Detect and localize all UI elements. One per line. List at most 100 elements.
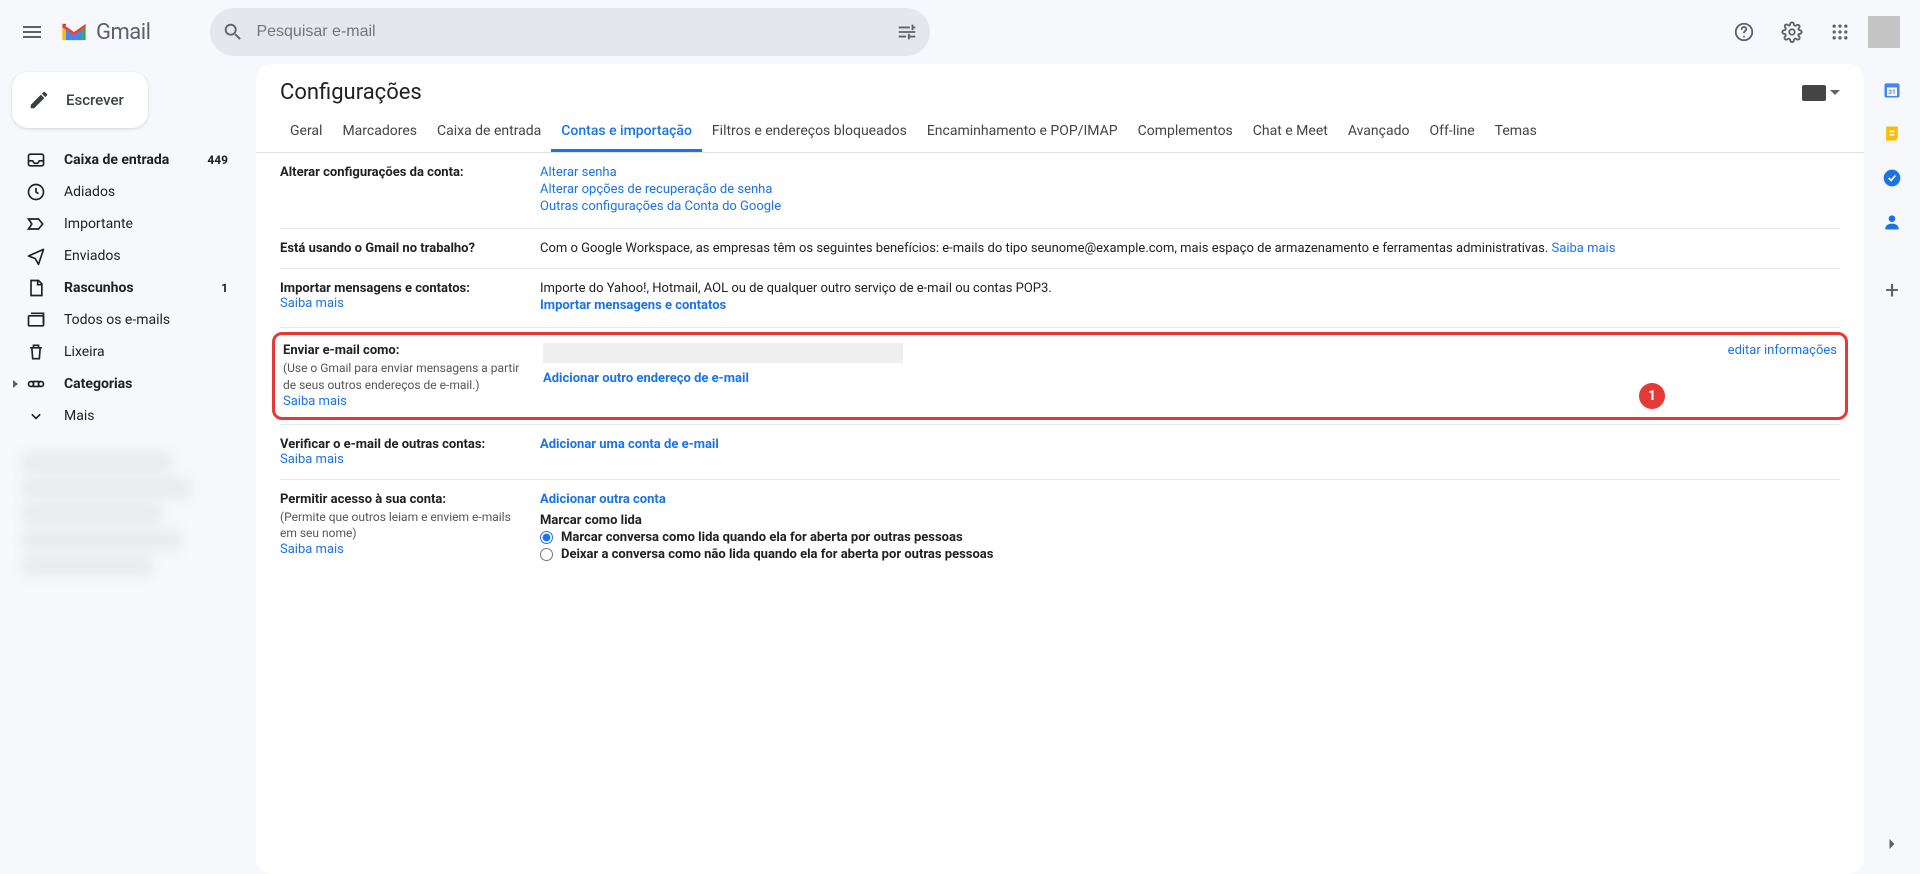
add-email-link[interactable]: Adicionar outro endereço de e-mail [543, 371, 749, 386]
caret-right-icon [10, 379, 20, 389]
sidebar-item-allmail[interactable]: Todos os e-mails [0, 304, 240, 336]
sidebar-item-label: Caixa de entrada [64, 152, 169, 168]
sidebar-item-count: 449 [207, 153, 228, 167]
search-icon [222, 21, 244, 43]
keyboard-icon [1802, 85, 1826, 101]
nav: Caixa de entrada 449 Adiados Importante Envi… [0, 144, 256, 432]
learn-more-link[interactable]: Saiba mais [280, 296, 344, 311]
logo-text: Gmail [96, 20, 150, 45]
recovery-options-link[interactable]: Alterar opções de recuperação de senha [540, 182, 772, 197]
tab-encaminhamento-e-pop-imap[interactable]: Encaminhamento e POP/IMAP [917, 113, 1128, 152]
sidebar-item-sent[interactable]: Enviados [0, 240, 240, 272]
sidebar-item-label: Adiados [64, 184, 115, 200]
page-title: Configurações [280, 80, 422, 105]
section-title: Importar mensagens e contatos: [280, 281, 524, 296]
section-title: Enviar e-mail como: [283, 343, 527, 358]
add-account-link[interactable]: Adicionar uma conta de e-mail [540, 437, 719, 452]
header-actions [1724, 12, 1912, 52]
sent-icon [26, 246, 46, 266]
sidebar-item-category[interactable]: Categorias [0, 368, 240, 400]
mark-read-radio[interactable] [540, 531, 553, 544]
draft-icon [26, 278, 46, 298]
edit-info-link[interactable]: editar informações [1728, 343, 1837, 358]
leave-unread-radio[interactable] [540, 548, 553, 561]
apps-button[interactable] [1820, 12, 1860, 52]
tab-caixa-de-entrada[interactable]: Caixa de entrada [427, 113, 551, 152]
sidebar-item-label: Todos os e-mails [64, 312, 170, 328]
tab-geral[interactable]: Geral [280, 113, 332, 152]
header: Gmail [0, 0, 1920, 64]
settings-tabs: GeralMarcadoresCaixa de entradaContas e … [256, 113, 1864, 153]
tab-avan-ado[interactable]: Avançado [1338, 113, 1420, 152]
sidebar-item-trash[interactable]: Lixeira [0, 336, 240, 368]
layout: Escrever Caixa de entrada 449 Adiados Impor… [0, 64, 1920, 874]
labels-section [0, 452, 256, 652]
help-button[interactable] [1724, 12, 1764, 52]
sidebar-item-label: Categorias [64, 376, 132, 392]
content-header: Configurações [256, 64, 1864, 113]
tune-icon[interactable] [896, 21, 918, 43]
section-title: Verificar o e-mail de outras contas: [280, 437, 524, 452]
important-icon [26, 214, 46, 234]
mark-read-label: Marcar conversa como lida quando ela for… [561, 530, 963, 545]
dropdown-caret-icon [1830, 88, 1840, 98]
collapse-panel-button[interactable] [1882, 834, 1902, 854]
tab-temas[interactable]: Temas [1485, 113, 1547, 152]
section-workspace: Está usando o Gmail no trabalho? Com o G… [280, 229, 1840, 269]
tab-marcadores[interactable]: Marcadores [332, 113, 427, 152]
section-grant-access: Permitir acesso à sua conta: (Permite qu… [280, 480, 1840, 576]
apps-grid-icon [1830, 22, 1850, 42]
input-tools-select[interactable] [1802, 85, 1840, 101]
sidebar-item-more[interactable]: Mais [0, 400, 240, 432]
tasks-icon[interactable] [1882, 168, 1902, 188]
workspace-body: Com o Google Workspace, as empresas têm … [540, 241, 1552, 256]
tab-filtros-e-endere-os-bloqueados[interactable]: Filtros e endereços bloqueados [702, 113, 917, 152]
content: Configurações GeralMarcadoresCaixa de en… [256, 64, 1864, 874]
category-icon [26, 374, 46, 394]
sidebar-item-label: Lixeira [64, 344, 105, 360]
main-menu-button[interactable] [8, 8, 56, 56]
import-action-link[interactable]: Importar mensagens e contatos [540, 298, 726, 313]
search-bar[interactable] [210, 8, 930, 56]
logo[interactable]: Gmail [60, 20, 150, 45]
inbox-icon [26, 150, 46, 170]
section-title: Alterar configurações da conta: [280, 165, 524, 180]
search-input[interactable] [256, 23, 896, 41]
sidebar-item-important[interactable]: Importante [0, 208, 240, 240]
tab-contas-e-importa-o[interactable]: Contas e importação [551, 113, 702, 152]
import-body: Importe do Yahoo!, Hotmail, AOL ou de qu… [540, 281, 1840, 296]
side-panel: 31 + [1864, 64, 1920, 874]
tab-off-line[interactable]: Off-line [1419, 113, 1484, 152]
svg-text:31: 31 [1888, 88, 1896, 96]
keep-icon[interactable] [1882, 124, 1902, 144]
mark-read-header: Marcar como lida [540, 513, 1840, 528]
learn-more-link[interactable]: Saiba mais [283, 394, 347, 409]
add-delegate-link[interactable]: Adicionar outra conta [540, 492, 666, 507]
sidebar-item-label: Mais [64, 408, 94, 424]
tab-complementos[interactable]: Complementos [1128, 113, 1243, 152]
compose-button[interactable]: Escrever [12, 72, 148, 128]
contacts-icon[interactable] [1882, 212, 1902, 232]
add-addon-button[interactable]: + [1885, 276, 1899, 304]
tab-chat-e-meet[interactable]: Chat e Meet [1243, 113, 1338, 152]
learn-more-link[interactable]: Saiba mais [280, 542, 344, 557]
google-account-link[interactable]: Outras configurações da Conta do Google [540, 199, 781, 214]
settings-body: Alterar configurações da conta: Alterar … [256, 153, 1864, 874]
section-subtitle: (Permite que outros leiam e enviem e-mai… [280, 509, 524, 543]
change-password-link[interactable]: Alterar senha [540, 165, 617, 180]
learn-more-link[interactable]: Saiba mais [280, 452, 344, 467]
sidebar-item-draft[interactable]: Rascunhos1 [0, 272, 240, 304]
section-subtitle: (Use o Gmail para enviar mensagens a par… [283, 360, 527, 394]
annotation-badge: 1 [1639, 383, 1665, 409]
section-title: Permitir acesso à sua conta: [280, 492, 524, 507]
trash-icon [26, 342, 46, 362]
sidebar-item-clock[interactable]: Adiados [0, 176, 240, 208]
calendar-icon[interactable]: 31 [1882, 80, 1902, 100]
sidebar-item-inbox[interactable]: Caixa de entrada 449 [0, 144, 240, 176]
settings-button[interactable] [1772, 12, 1812, 52]
sidebar-item-label: Enviados [64, 248, 121, 264]
account-avatar[interactable] [1868, 16, 1900, 48]
leave-unread-label: Deixar a conversa como não lida quando e… [561, 547, 993, 562]
section-send-as: Enviar e-mail como: (Use o Gmail para en… [283, 343, 1837, 409]
learn-more-link[interactable]: Saiba mais [1552, 241, 1616, 256]
